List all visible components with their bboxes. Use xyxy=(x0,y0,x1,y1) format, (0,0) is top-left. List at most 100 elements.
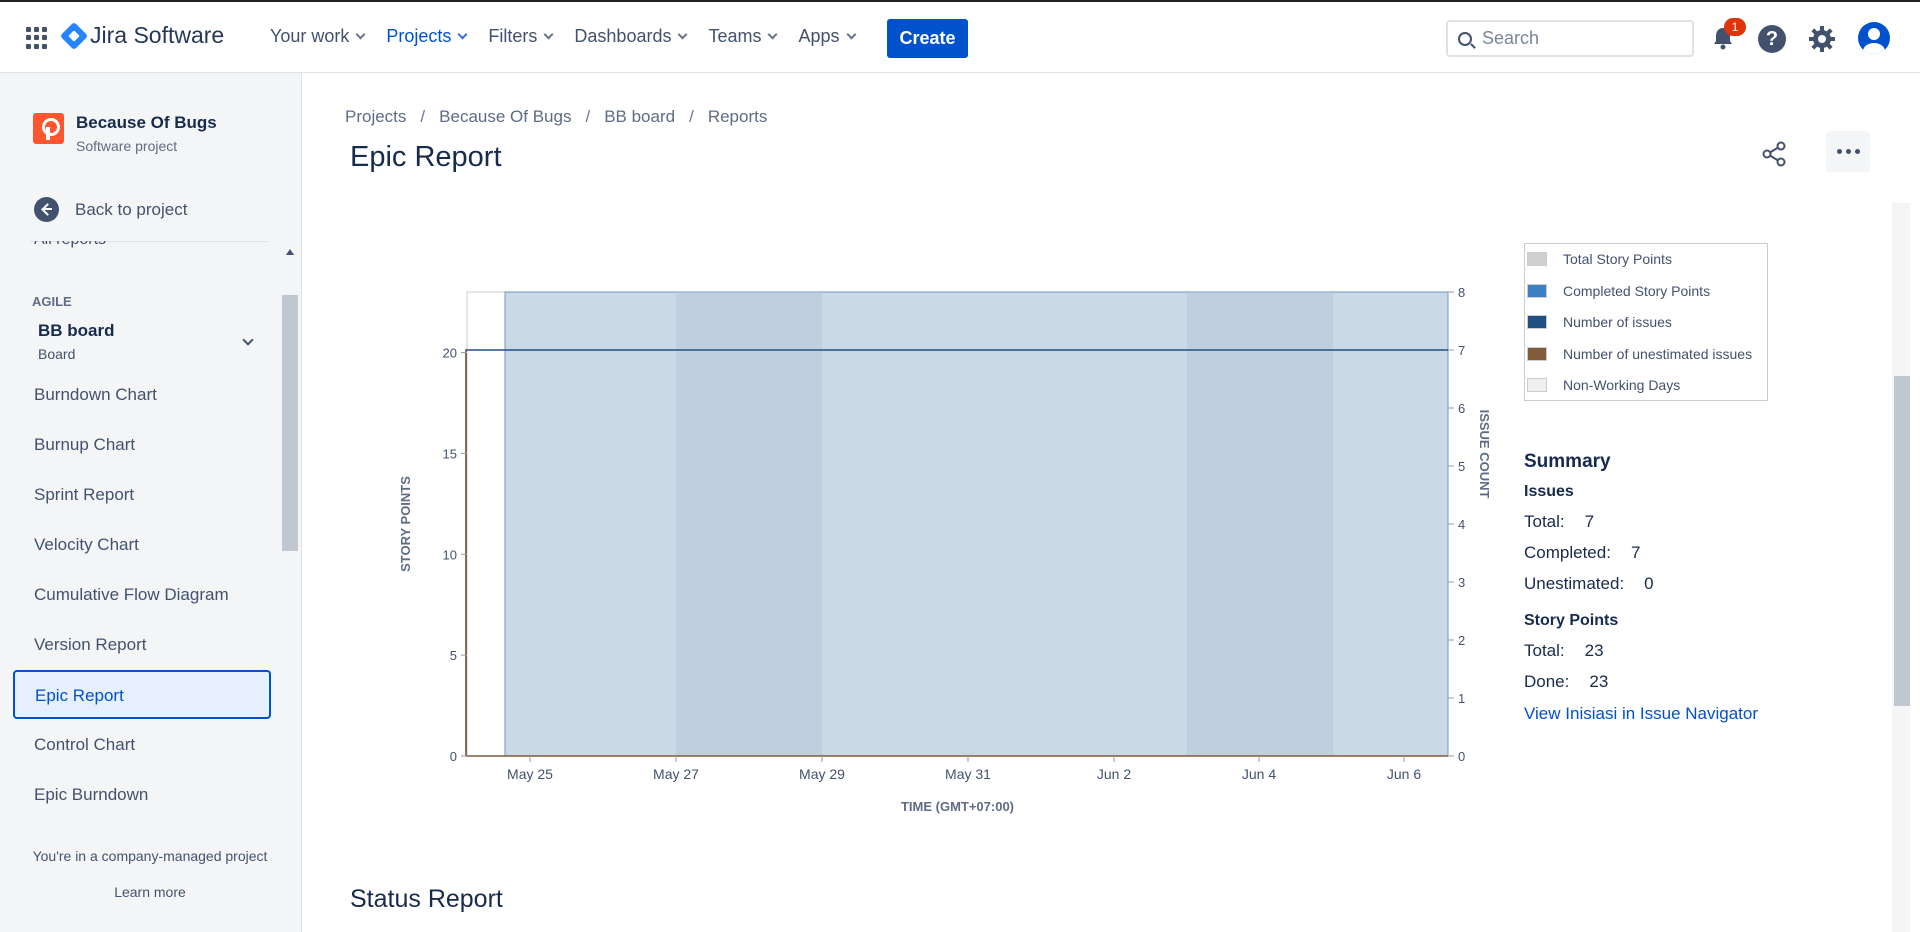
nav-dashboards[interactable]: Dashboards xyxy=(574,26,688,47)
search-icon xyxy=(1458,31,1472,46)
breadcrumb: Projects / Because Of Bugs / BB board / Rep… xyxy=(345,107,767,127)
breadcrumb-projects[interactable]: Projects xyxy=(345,107,406,127)
legend-label: Number of issues xyxy=(1563,314,1672,330)
x-tick-label: May 25 xyxy=(507,766,553,782)
legend-label: Non-Working Days xyxy=(1563,377,1681,393)
chevron-down-icon[interactable] xyxy=(242,334,254,346)
summary-title: Summary xyxy=(1524,451,1611,472)
board-type: Board xyxy=(38,346,76,362)
report-sprint-report[interactable]: Sprint Report xyxy=(34,485,134,505)
jira-logo-icon xyxy=(59,21,89,50)
legend-label: Total Story Points xyxy=(1563,251,1672,267)
breadcrumb-separator: / xyxy=(689,107,694,126)
report-epic-burndown[interactable]: Epic Burndown xyxy=(34,785,148,805)
scroll-up-arrow-icon[interactable] xyxy=(286,249,294,255)
breadcrumb-project[interactable]: Because Of Bugs xyxy=(439,107,571,127)
project-header[interactable]: Because Of Bugs Software project xyxy=(33,113,217,154)
share-icon[interactable] xyxy=(1759,139,1789,169)
report-epic-report[interactable]: Epic Report xyxy=(13,670,271,719)
report-burndown-chart[interactable]: Burndown Chart xyxy=(34,385,157,405)
report-control-chart[interactable]: Control Chart xyxy=(34,735,135,755)
main-scroll-thumb[interactable] xyxy=(1894,376,1910,706)
chevron-down-icon xyxy=(678,29,688,40)
nav-your-work[interactable]: Your work xyxy=(270,26,366,47)
nav-filters[interactable]: Filters xyxy=(488,26,554,47)
report-velocity-chart[interactable]: Velocity Chart xyxy=(34,535,139,555)
page-title: Epic Report xyxy=(350,141,502,173)
legend-item: Number of unestimated issues xyxy=(1525,346,1752,362)
legend-label: Completed Story Points xyxy=(1563,283,1711,299)
nav-projects[interactable]: Projects xyxy=(386,26,468,47)
report-cumulative-flow[interactable]: Cumulative Flow Diagram xyxy=(34,585,229,605)
breadcrumb-board[interactable]: BB board xyxy=(604,107,675,127)
y2-tick-label: 4 xyxy=(1458,517,1465,532)
legend-item: Completed Story Points xyxy=(1525,283,1710,299)
view-in-issue-navigator-link[interactable]: View Inisiasi in Issue Navigator xyxy=(1524,704,1824,724)
y2-axis-label: ISSUE COUNT xyxy=(1477,410,1492,499)
value: 0 xyxy=(1644,574,1654,593)
y2-tick-label: 3 xyxy=(1458,575,1465,590)
project-sidebar: Because Of Bugs Software project Back to… xyxy=(0,73,302,932)
non-working-days-band xyxy=(676,292,822,756)
epic-report-chart: 0 5 10 15 20 0 1 2 3 4 5 6 7 8 May 25 May 27 May 29 May 3… xyxy=(398,285,1492,814)
settings-gear-icon[interactable] xyxy=(1808,25,1836,53)
arrow-left-icon xyxy=(34,197,59,222)
jira-logo[interactable]: Jira Software xyxy=(59,21,224,50)
y-tick-label: 20 xyxy=(443,346,457,361)
y2-tick-label: 7 xyxy=(1458,343,1465,358)
search-placeholder: Search xyxy=(1482,28,1540,48)
project-icon xyxy=(33,113,64,144)
nav-label: Dashboards xyxy=(574,26,672,46)
y2-tick-label: 6 xyxy=(1458,401,1465,416)
legend-item: Number of issues xyxy=(1525,314,1672,330)
legend-swatch xyxy=(1527,378,1547,392)
value: 7 xyxy=(1630,543,1641,562)
user-avatar[interactable] xyxy=(1858,22,1890,54)
label: Done: xyxy=(1524,672,1570,691)
learn-more-link[interactable]: Learn more xyxy=(0,884,300,900)
help-icon[interactable]: ? xyxy=(1758,25,1786,53)
label: Total: xyxy=(1524,512,1565,531)
value: 23 xyxy=(1584,641,1604,660)
x-tick-label: May 27 xyxy=(653,766,699,782)
x-tick-label: Jun 2 xyxy=(1097,766,1131,782)
more-actions-button[interactable] xyxy=(1826,131,1870,172)
sp-done-row: Done: 23 xyxy=(1524,672,1824,692)
breadcrumb-separator: / xyxy=(420,107,426,126)
nav-teams[interactable]: Teams xyxy=(708,26,778,47)
issues-total-row: Total: 7 xyxy=(1524,512,1824,532)
search-input[interactable]: Search xyxy=(1446,20,1694,57)
legend-label: Number of unestimated issues xyxy=(1563,346,1753,362)
create-button[interactable]: Create xyxy=(887,19,968,58)
board-selector[interactable]: BB board xyxy=(38,321,115,341)
nav-apps[interactable]: Apps xyxy=(798,26,856,47)
reports-list: All reports AGILE BB board Board Burndow… xyxy=(0,241,282,909)
legend-swatch xyxy=(1527,284,1547,298)
y-axis-label: STORY POINTS xyxy=(398,476,413,572)
back-to-project-link[interactable]: Back to project xyxy=(34,197,187,222)
x-tick-label: May 31 xyxy=(945,766,991,782)
notification-badge: 1 xyxy=(1724,18,1746,36)
report-version-report[interactable]: Version Report xyxy=(34,635,146,655)
y-tick-label: 0 xyxy=(450,749,457,764)
breadcrumb-reports[interactable]: Reports xyxy=(708,107,768,127)
legend-swatch xyxy=(1527,347,1547,361)
y-tick-label: 10 xyxy=(443,547,457,562)
chevron-down-icon xyxy=(457,29,468,40)
label: Unestimated: xyxy=(1524,574,1625,593)
breadcrumb-separator: / xyxy=(585,107,591,126)
nav-label: Your work xyxy=(270,26,350,46)
report-burnup-chart[interactable]: Burnup Chart xyxy=(34,435,135,455)
app-switcher-icon[interactable] xyxy=(26,27,48,49)
y2-tick-label: 5 xyxy=(1458,459,1465,474)
top-navigation-bar: Jira Software Your work Projects Filters… xyxy=(0,0,1920,73)
main-content: Projects / Because Of Bugs / BB board / Rep… xyxy=(302,73,1920,932)
legend-swatch xyxy=(1527,252,1547,266)
value: 7 xyxy=(1584,512,1595,531)
all-reports-link[interactable]: All reports xyxy=(34,241,106,249)
label: Total: xyxy=(1524,641,1565,660)
legend-item: Total Story Points xyxy=(1525,251,1672,267)
sidebar-scroll-thumb[interactable] xyxy=(282,295,298,551)
legend-item: Non-Working Days xyxy=(1525,377,1680,393)
issues-heading: Issues xyxy=(1524,483,1574,500)
